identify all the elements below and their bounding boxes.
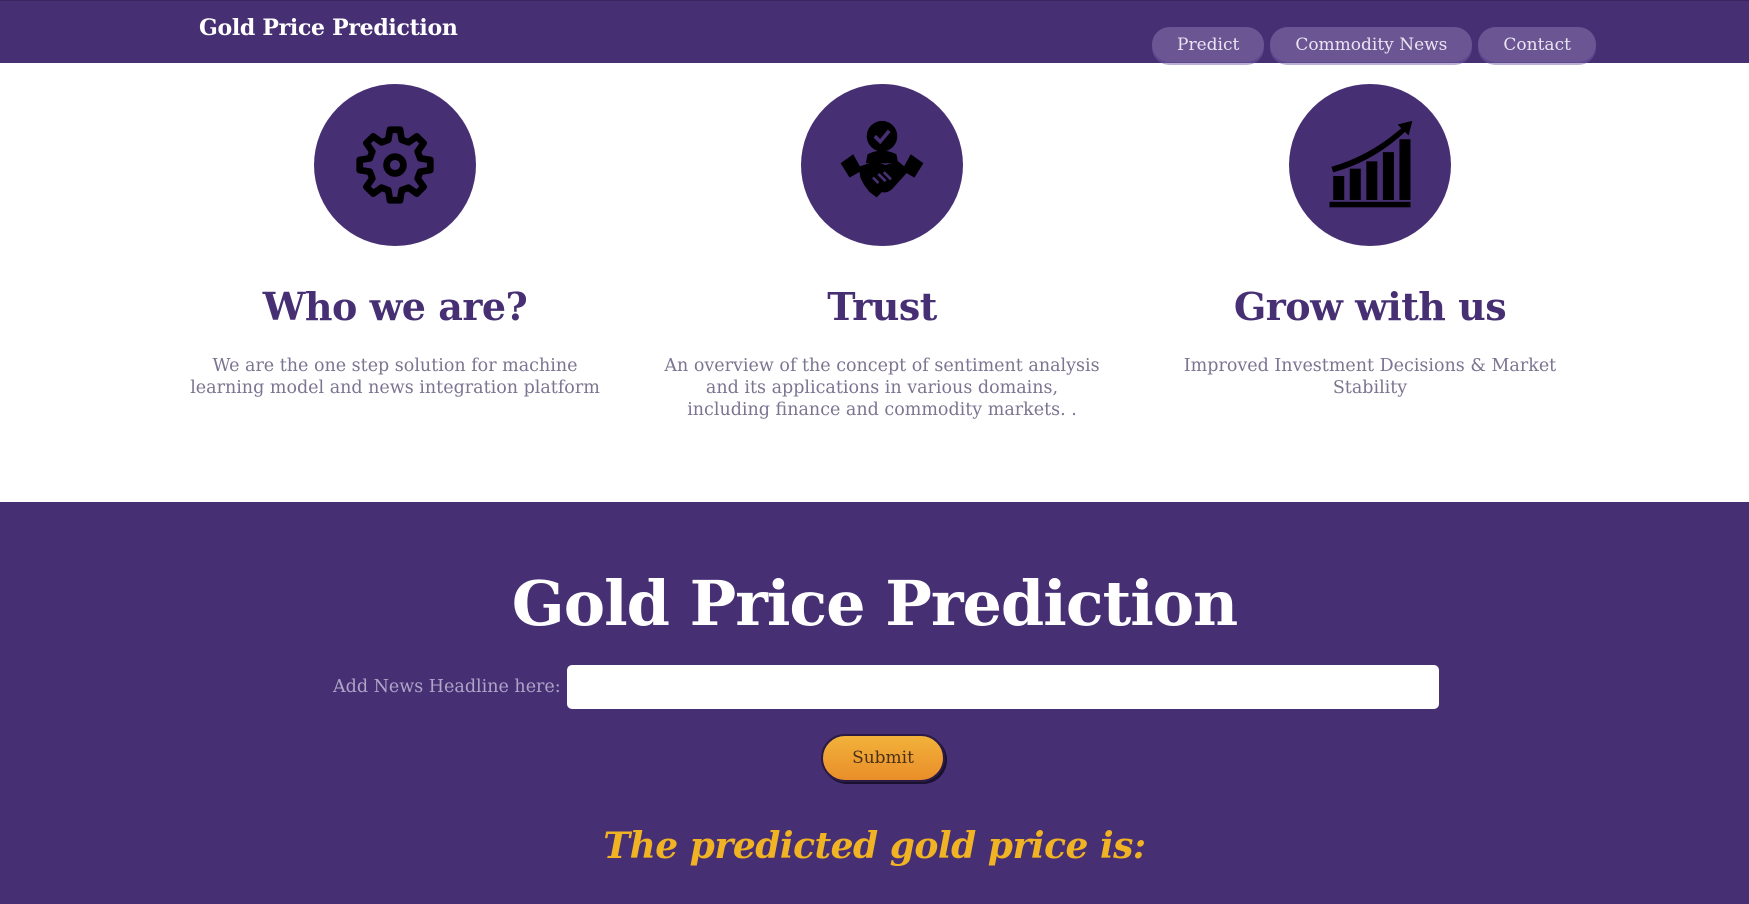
nav-contact-button[interactable]: Contact xyxy=(1478,27,1596,62)
prediction-result-text: The predicted gold price is: xyxy=(603,825,1146,867)
headline-label: Add News Headline here: xyxy=(333,677,561,697)
prediction-section: Gold Price Prediction Add News Headline … xyxy=(0,502,1749,904)
feature-description: An overview of the concept of sentiment … xyxy=(664,356,1100,420)
feature-icon-circle xyxy=(314,84,476,246)
headline-input[interactable] xyxy=(566,665,1439,709)
submit-button[interactable]: Submit xyxy=(821,734,945,782)
feature-grow-with-us: Grow with us Improved Investment Decisio… xyxy=(1140,62,1600,399)
nav-commodity-news-button[interactable]: Commodity News xyxy=(1270,27,1473,62)
feature-icon-circle xyxy=(801,84,963,246)
feature-description: We are the one step solution for machine… xyxy=(190,356,600,398)
feature-who-we-are: Who we are? We are the one step solution… xyxy=(165,62,625,399)
growth-chart-icon xyxy=(1329,120,1413,208)
nav-links: Predict Commodity News Contact xyxy=(1152,27,1596,62)
nav-predict-button[interactable]: Predict xyxy=(1152,27,1265,62)
top-navbar: Gold Price Prediction Predict Commodity … xyxy=(0,0,1749,63)
feature-trust: Trust An overview of the concept of sent… xyxy=(652,62,1112,421)
features-section: Who we are? We are the one step solution… xyxy=(0,62,1749,502)
feature-title: Grow with us xyxy=(1233,284,1507,329)
gear-icon xyxy=(356,126,434,204)
brand-title[interactable]: Gold Price Prediction xyxy=(199,15,458,41)
headline-form: Add News Headline here: xyxy=(333,665,1439,709)
feature-icon-circle xyxy=(1289,84,1451,246)
feature-title: Trust xyxy=(827,284,937,329)
handshake-icon xyxy=(840,120,924,198)
prediction-title: Gold Price Prediction xyxy=(511,567,1238,640)
feature-title: Who we are? xyxy=(262,284,528,329)
feature-description: Improved Investment Decisions & Market S… xyxy=(1183,356,1557,398)
